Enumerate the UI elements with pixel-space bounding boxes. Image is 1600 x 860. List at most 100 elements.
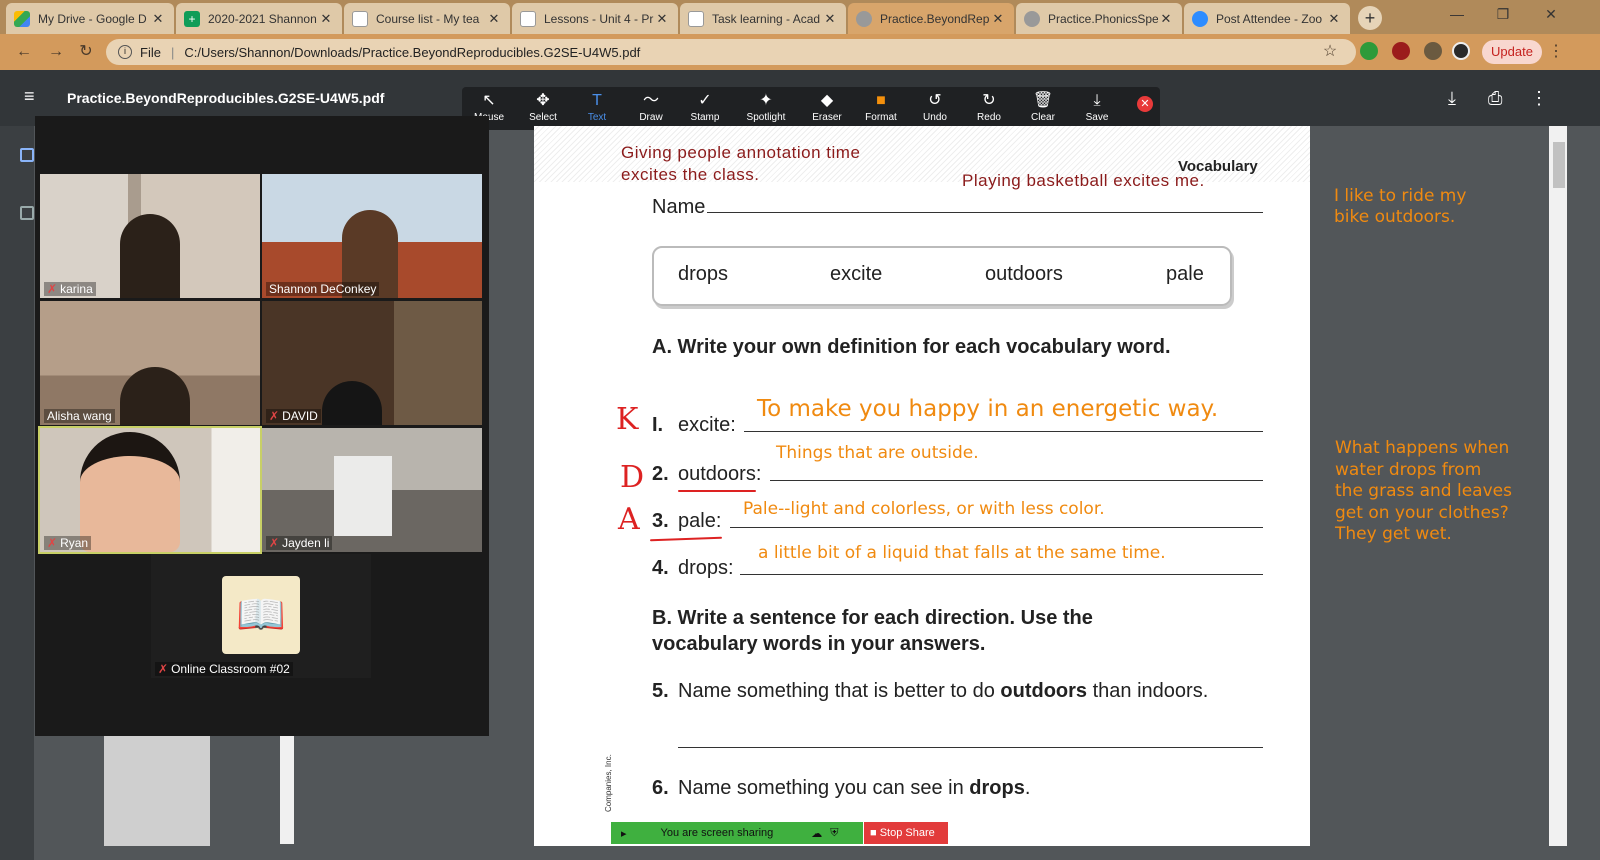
tool-format[interactable]: ■ Format — [854, 87, 908, 130]
close-icon[interactable]: ✕ — [1326, 11, 1342, 27]
participant-video — [120, 214, 180, 298]
tool-clear[interactable]: 🗑 Clear — [1016, 87, 1070, 130]
tab-practice-phonics[interactable]: Practice.PhonicsSpe ✕ — [1016, 3, 1182, 34]
annotation-teacher-note[interactable]: excites the class. — [621, 165, 759, 185]
annotation-definition[interactable]: To make you happy in an energetic way. — [757, 396, 1218, 422]
video-gallery: ✗ karina Shannon DeConkey Alisha wang ✗ DA… — [35, 116, 489, 736]
close-icon[interactable]: ✕ — [990, 11, 1006, 27]
answer-line — [740, 574, 1263, 575]
back-button[interactable]: ← — [12, 40, 36, 64]
tool-undo[interactable]: ↺ Undo — [908, 87, 962, 130]
extension-icon[interactable] — [1360, 42, 1378, 60]
annotation-side-note[interactable]: I like to ride my bike outdoors. — [1334, 186, 1466, 228]
more-icon[interactable]: ⋮ — [1530, 88, 1548, 109]
tab-practice-beyond[interactable]: Practice.BeyondRep ✕ — [848, 3, 1014, 34]
page-icon — [688, 10, 704, 27]
download-icon[interactable]: ⤓ — [1448, 88, 1456, 109]
tool-eraser[interactable]: ◆ Eraser — [800, 87, 854, 130]
item-5-text: Name something that is better to do outd… — [678, 680, 1209, 702]
tool-stamp[interactable]: ✓ Stamp — [678, 87, 732, 130]
close-icon[interactable]: ✕ — [150, 11, 166, 27]
share-icon: ▸ — [621, 827, 627, 840]
reload-button[interactable]: ↻ — [74, 40, 98, 64]
ublock-icon[interactable] — [1392, 42, 1410, 60]
word-box — [652, 246, 1232, 306]
tab-sheets[interactable]: + 2020-2021 Shannon ✕ — [176, 3, 342, 34]
close-icon[interactable]: ✕ — [318, 11, 334, 27]
save-icon: ⤓ — [1093, 92, 1101, 109]
page-icon — [520, 10, 536, 27]
participant-video — [322, 381, 382, 425]
page-scrollbar[interactable] — [1549, 126, 1567, 846]
close-icon[interactable]: ✕ — [486, 11, 502, 27]
annotation-definition[interactable]: Pale--light and colorless, or with less … — [743, 499, 1105, 519]
globe-icon — [1024, 10, 1040, 27]
publisher-credit: Companies, Inc. — [604, 754, 613, 812]
close-icon[interactable]: ✕ — [654, 11, 670, 27]
answer-line — [730, 527, 1263, 528]
tool-text[interactable]: T Text — [570, 87, 624, 130]
participant-tile-david[interactable]: ✗ DAVID — [262, 301, 482, 425]
forward-button[interactable]: → — [44, 40, 68, 64]
tab-lessons[interactable]: Lessons - Unit 4 - Pr ✕ — [512, 3, 678, 34]
tool-save[interactable]: ⤓ Save — [1070, 87, 1124, 130]
item-number: 2. — [652, 463, 669, 485]
participant-tile-jayden[interactable]: ✗ Jayden li — [262, 428, 482, 552]
close-annotation-icon[interactable]: ✕ — [1137, 96, 1153, 112]
section-a-heading: A. Write your own definition for each vo… — [652, 336, 1171, 358]
close-icon[interactable]: ✕ — [1158, 11, 1174, 27]
annotation-initial[interactable]: D — [620, 460, 644, 495]
tab-course-list[interactable]: Course list - My tea ✕ — [344, 3, 510, 34]
tool-redo[interactable]: ↻ Redo — [962, 87, 1016, 130]
participant-tile-karina[interactable]: ✗ karina — [40, 174, 260, 298]
print-icon[interactable]: ⎙ — [1488, 88, 1502, 109]
update-button[interactable]: Update — [1482, 40, 1542, 64]
new-tab-button[interactable]: + — [1358, 6, 1382, 30]
tool-select[interactable]: ✥ Select — [516, 87, 570, 130]
participant-tile-online-classroom[interactable]: 📖 ✗ Online Classroom #02 — [151, 554, 371, 678]
vocab-word: outdoors — [985, 263, 1063, 285]
tool-spotlight[interactable]: ✦ Spotlight — [732, 87, 800, 130]
avatar[interactable] — [1452, 42, 1470, 60]
page-thumbnail[interactable] — [104, 736, 210, 846]
page-icon — [352, 10, 368, 27]
minimize-button[interactable]: — — [1434, 0, 1480, 30]
extensions-puzzle-icon[interactable] — [1424, 42, 1442, 60]
annotation-teacher-note[interactable]: Giving people annotation time — [621, 143, 860, 163]
participant-tile-shannon[interactable]: Shannon DeConkey — [262, 174, 482, 298]
info-icon[interactable]: i — [118, 45, 132, 59]
annotation-underline[interactable] — [678, 490, 756, 492]
thumbnails-icon[interactable] — [20, 148, 34, 162]
format-color-icon: ■ — [876, 92, 886, 109]
tab-my-drive[interactable]: My Drive - Google D ✕ — [6, 3, 174, 34]
thumbnail-scrollbar[interactable] — [280, 736, 294, 844]
item-number: 3. — [652, 510, 669, 532]
window-close-button[interactable]: ✕ — [1528, 0, 1574, 30]
globe-icon — [856, 10, 872, 27]
bookmark-star-icon[interactable]: ☆ — [1318, 40, 1342, 64]
menu-icon[interactable]: ≡ — [24, 87, 42, 105]
annotation-side-note[interactable]: What happens when water drops from the g… — [1335, 438, 1512, 546]
item-6-text: Name something you can see in drops. — [678, 777, 1031, 799]
stop-share-button[interactable]: ■ Stop Share — [864, 822, 948, 844]
participant-tile-alisha[interactable]: Alisha wang — [40, 301, 260, 425]
annotation-sentence[interactable]: Playing basketball excites me. — [962, 171, 1205, 191]
restore-button[interactable]: ❐ — [1480, 0, 1526, 30]
url-field[interactable]: i File | C:/Users/Shannon/Downloads/Prac… — [106, 39, 1356, 65]
scrollbar-thumb[interactable] — [1553, 142, 1565, 188]
close-icon[interactable]: ✕ — [822, 11, 838, 27]
name-label: Name — [652, 196, 706, 218]
item-word: excite: — [678, 414, 736, 436]
annotation-definition[interactable]: a little bit of a liquid that falls at t… — [758, 543, 1166, 563]
annotation-initial[interactable]: K — [616, 402, 638, 437]
pdf-sidebar — [0, 126, 34, 860]
participant-tile-ryan[interactable]: ✗ Ryan — [38, 426, 262, 554]
browser-menu-icon[interactable]: ⋮ — [1544, 40, 1568, 64]
tab-task-learning[interactable]: Task learning - Acad ✕ — [680, 3, 846, 34]
tab-post-attendee[interactable]: Post Attendee - Zoo ✕ — [1184, 3, 1350, 34]
outline-icon[interactable] — [20, 206, 34, 220]
annotation-initial[interactable]: A — [618, 502, 640, 537]
tool-draw[interactable]: 〜 Draw — [624, 87, 678, 130]
redo-icon: ↻ — [982, 92, 996, 109]
annotation-definition[interactable]: Things that are outside. — [776, 443, 979, 463]
